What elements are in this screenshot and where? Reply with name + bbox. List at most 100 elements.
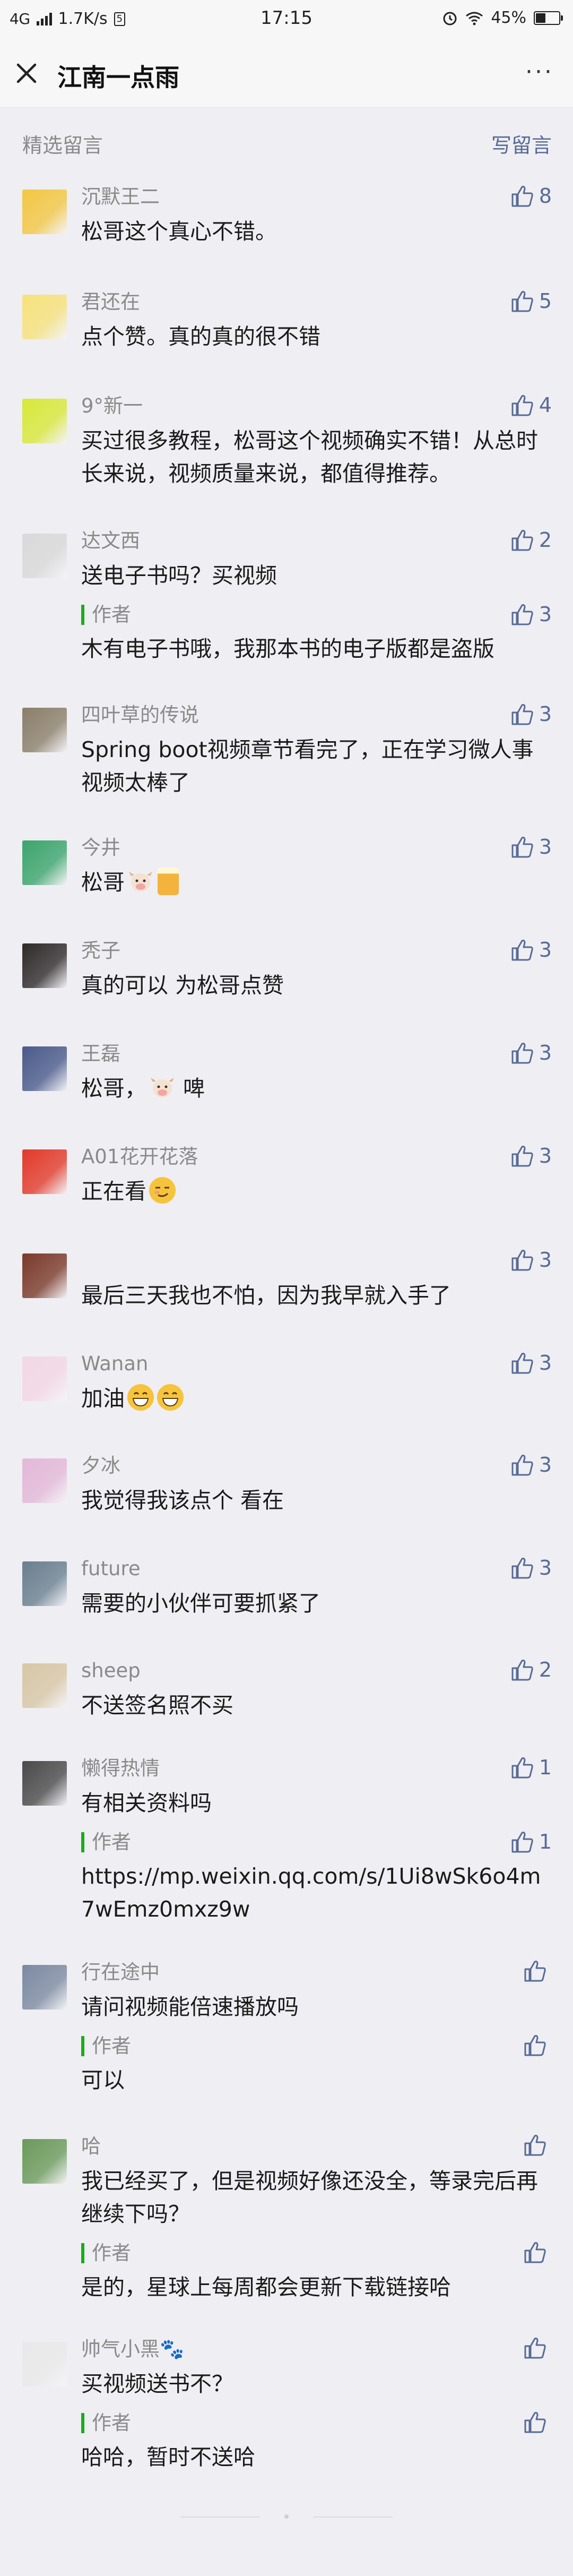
commenter-name: Wanan [81, 1352, 149, 1375]
comment-text: 最后三天我也不怕，因为我早就入手了 [81, 1279, 552, 1312]
grin-emoji-icon [157, 1384, 184, 1411]
like-count: 3 [539, 1351, 552, 1375]
avatar[interactable] [22, 1561, 67, 1606]
like-button[interactable]: 3 [510, 835, 552, 858]
comment-text: 正在看 [81, 1175, 552, 1208]
avatar[interactable] [22, 1046, 67, 1091]
like-button[interactable]: 3 [510, 938, 552, 961]
more-icon[interactable]: ··· [525, 61, 554, 84]
comment-text-content: 正在看 [81, 1179, 146, 1204]
thumbs-up-icon [511, 1043, 533, 1064]
commenter-name: 秃子 [81, 939, 120, 962]
thumbs-up-icon [511, 1757, 533, 1779]
like-button[interactable]: 5 [510, 289, 552, 313]
like-button[interactable]: 3 [510, 1248, 552, 1272]
avatar[interactable] [22, 1965, 67, 2010]
commenter-name [81, 1247, 552, 1275]
thumbs-up-icon [511, 291, 533, 312]
comment-text-content: 需要的小伙伴可要抓紧了 [81, 1591, 320, 1616]
reply-like-button[interactable]: 3 [510, 603, 552, 626]
comment-text: Spring boot视频章节看完了，正在学习微人事 视频太棒了 [81, 733, 552, 799]
thumbs-up-icon [511, 704, 533, 725]
like-count: 8 [539, 184, 552, 208]
like-button[interactable]: 3 [510, 1556, 552, 1579]
like-button[interactable]: 3 [510, 1453, 552, 1476]
like-button[interactable] [523, 2337, 552, 2359]
avatar[interactable] [22, 840, 67, 885]
comment-text: 松哥这个真心不错。 [81, 215, 552, 248]
avatar[interactable] [22, 295, 67, 339]
avatar[interactable] [22, 1356, 67, 1401]
avatar[interactable] [22, 708, 67, 752]
comment-text-content: 不送签名照不买 [81, 1693, 233, 1718]
reply-author-label: 作者 [81, 1829, 552, 1856]
like-button[interactable]: 3 [510, 1351, 552, 1375]
commenter-name: 夕冰 [81, 1454, 120, 1477]
avatar[interactable] [22, 1761, 67, 1806]
author-marker [81, 2413, 84, 2433]
comment-item: future 需要的小伙伴可要抓紧了 3 [0, 1555, 573, 1620]
comment-item: 最后三天我也不怕，因为我早就入手了 3 [0, 1247, 573, 1312]
thumbs-up-icon [511, 1146, 533, 1167]
like-button[interactable]: 4 [510, 393, 552, 417]
comment-text: 需要的小伙伴可要抓紧了 [81, 1587, 552, 1620]
commenter-name: 达文西 [81, 529, 140, 552]
comment-item: 哈我已经买了，但是视频好像还没全，等录完后再继续下吗？ 作者 是的，星球上每周都会更… [0, 2133, 573, 2304]
comment-text: 我觉得我该点个 看在 [81, 1484, 552, 1517]
like-button[interactable]: 2 [510, 1658, 552, 1681]
like-button[interactable] [523, 2134, 552, 2156]
reply-text: 哈哈，暂时不送哈 [81, 2444, 255, 2470]
comment-text-content: 我觉得我该点个 看在 [81, 1488, 284, 1513]
avatar[interactable] [22, 1149, 67, 1194]
commenter-name: future [81, 1557, 141, 1580]
reply-author-name: 作者 [92, 603, 131, 626]
avatar[interactable] [22, 1253, 67, 1298]
alarm-icon [443, 12, 457, 25]
thumbs-up-icon [524, 2242, 546, 2263]
comment-text-content: 点个赞。真的真的很不错 [81, 324, 320, 349]
comment-text-content: 买视频送书不？ [81, 2371, 233, 2397]
battery-fill [536, 13, 545, 23]
like-count: 3 [539, 1041, 552, 1064]
write-comment-link[interactable]: 写留言 [491, 129, 552, 158]
like-button[interactable]: 3 [510, 1144, 552, 1167]
reply-author-name: 作者 [92, 2034, 131, 2057]
like-button[interactable] [523, 1960, 552, 1982]
thumbs-up-icon [511, 1558, 533, 1579]
thumbs-up-icon [511, 1660, 533, 1681]
avatar[interactable] [22, 190, 67, 234]
like-count: 3 [539, 835, 552, 858]
like-button[interactable]: 2 [510, 528, 552, 552]
reply-like-button[interactable] [523, 2241, 552, 2263]
author-marker [81, 1832, 84, 1852]
comment-item: 四叶草的传说 Spring boot视频章节看完了，正在学习微人事 视频太棒了 3 [0, 701, 573, 799]
like-count: 1 [539, 1756, 552, 1779]
avatar[interactable] [22, 2342, 67, 2386]
avatar[interactable] [22, 399, 67, 443]
like-button[interactable]: 3 [510, 702, 552, 726]
thumbs-up-icon [511, 1353, 533, 1374]
avatar[interactable] [22, 1663, 67, 1708]
close-icon[interactable] [13, 59, 40, 87]
like-button[interactable]: 3 [510, 1041, 552, 1064]
avatar[interactable] [22, 943, 67, 988]
status-right: 45% [442, 8, 563, 27]
like-button[interactable]: 8 [510, 184, 552, 208]
reply-like-button[interactable]: 1 [510, 1830, 552, 1853]
avatar[interactable] [22, 534, 67, 578]
battery-icon [534, 11, 563, 25]
navbar: 江南一点雨 ··· [0, 38, 573, 108]
reply-like-button[interactable] [523, 2034, 552, 2056]
comment-text-content: 有相关资料吗 [81, 1790, 212, 1816]
reply-text: 木有电子书哦，我那本书的电子版都是盗版 [81, 636, 494, 662]
reply-author-label: 作者 [81, 602, 552, 628]
like-count: 3 [539, 1453, 552, 1476]
commenter-name: 沉默王二 [81, 185, 160, 208]
reply-like-button[interactable] [523, 2411, 552, 2433]
comment-text-content: 松哥 [81, 870, 125, 895]
avatar[interactable] [22, 1458, 67, 1503]
reply-text: 是的，星球上每周都会更新下载链接哈 [81, 2274, 451, 2300]
like-button[interactable]: 1 [510, 1756, 552, 1779]
avatar[interactable] [22, 2139, 67, 2184]
like-count: 2 [539, 1658, 552, 1681]
